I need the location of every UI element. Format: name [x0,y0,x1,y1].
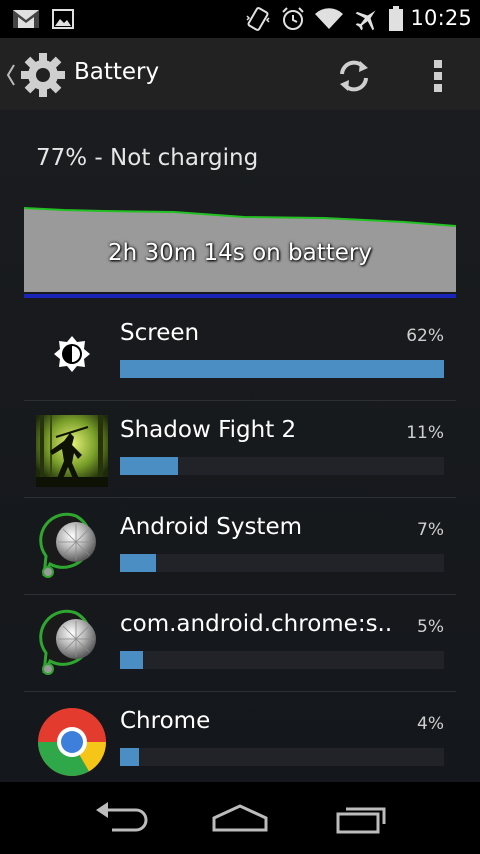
usage-row-shadow-fight-2[interactable]: Shadow Fight 2 11% [24,401,456,498]
clock: 10:25 [410,6,472,30]
usage-bar-fill [120,748,140,766]
recents-icon[interactable] [334,798,390,838]
brightness-icon [54,336,90,372]
usage-bar-fill [120,651,143,669]
navigation-bar [0,782,480,854]
usage-bar-fill [120,554,156,572]
usage-percent: 11% [406,423,444,443]
home-icon[interactable] [210,798,270,838]
android-system-icon [39,609,96,675]
usage-bar [120,360,444,378]
back-caret-icon[interactable] [6,64,16,86]
usage-bar-fill [120,360,444,378]
shadow-fight-app-icon [36,415,108,487]
battery-history-graph[interactable]: 2h 30m 14s on battery [23,206,457,302]
android-system-icon [39,512,96,578]
usage-percent: 62% [406,326,444,346]
usage-bar-fill [120,457,179,475]
usage-row-chrome[interactable]: Chrome 4% [24,692,456,782]
airplane-icon [355,10,376,31]
gmail-icon [13,10,39,28]
battery-status: 77% - Not charging [36,145,259,171]
usage-name: Chrome [120,708,211,734]
usage-percent: 7% [417,520,444,540]
usage-name: Android System [120,514,303,540]
usage-name: Screen [120,320,200,346]
battery-duration-label: 2h 30m 14s on battery [108,240,372,266]
vibrate-icon [246,7,270,31]
status-bar: 10:25 [0,0,480,38]
chrome-icon [38,708,106,776]
battery-content: 77% - Not charging 2h 30m 14s on battery… [0,110,480,782]
usage-row-android-system[interactable]: Android System 7% [24,498,456,595]
usage-name: Shadow Fight 2 [120,417,297,443]
alarm-icon [282,7,304,30]
usage-row-screen[interactable]: Screen 62% [24,304,456,401]
back-icon[interactable] [92,798,148,838]
overflow-menu-icon[interactable] [428,56,448,96]
usage-percent: 4% [417,714,444,734]
battery-icon [389,6,403,31]
usage-row-chrome-service[interactable]: com.android.chrome:s.. 5% [24,595,456,692]
refresh-icon[interactable] [334,56,374,96]
wifi-icon [315,8,343,30]
page-title: Battery [74,59,160,85]
usage-name: com.android.chrome:s.. [120,611,393,637]
usage-bar [120,651,444,669]
settings-gear-icon[interactable] [20,52,66,98]
usage-bar [120,457,444,475]
gallery-icon [52,9,74,29]
usage-bar [120,554,444,572]
usage-percent: 5% [417,617,444,637]
action-bar: Battery [0,38,480,110]
usage-bar [120,748,444,766]
